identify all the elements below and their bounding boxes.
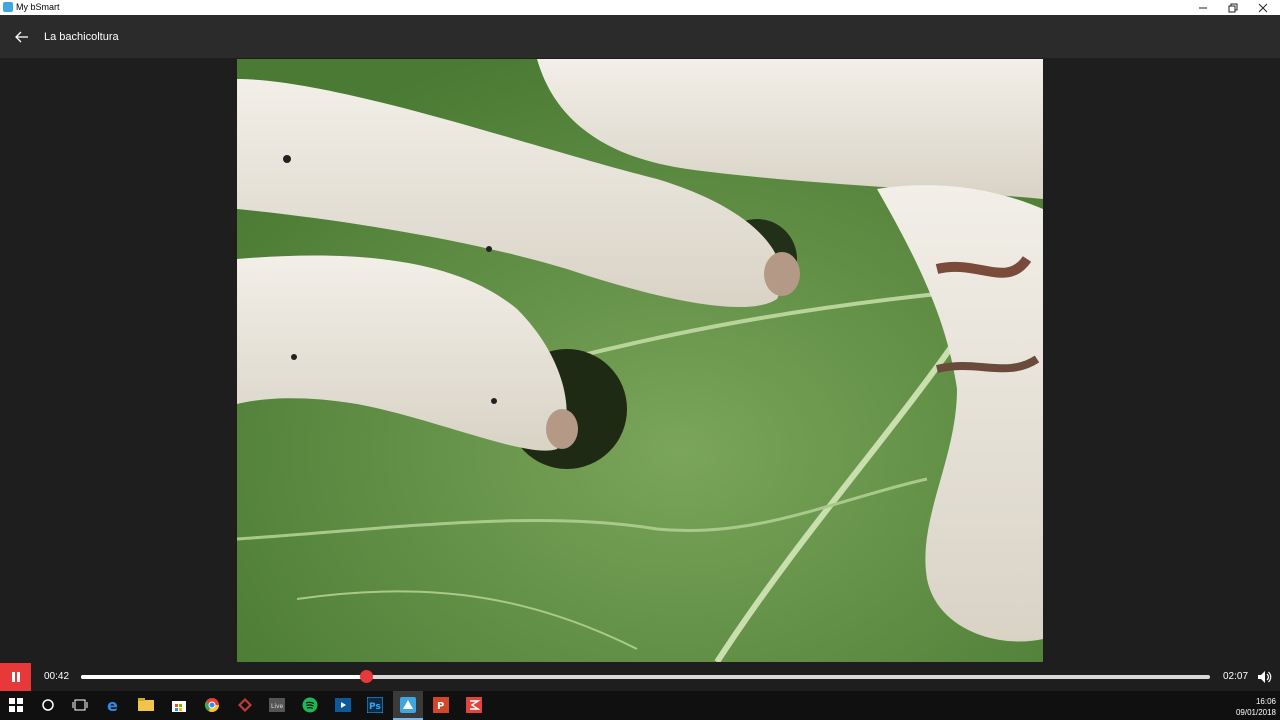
pause-icon [11,672,20,682]
pause-button[interactable] [0,663,31,691]
svg-text:e: e [107,697,118,713]
app-red-icon[interactable] [464,695,484,715]
spotify-icon[interactable] [300,695,320,715]
clock-time: 16:06 [1255,697,1276,706]
volume-button[interactable] [1256,669,1272,685]
close-button[interactable] [1248,0,1278,15]
clock-date: 09/01/2018 [1235,708,1276,717]
windows-start-icon[interactable] [6,695,26,715]
back-button[interactable] [12,27,32,47]
bsmart-app-icon [3,2,13,12]
minimize-icon [1199,7,1207,8]
close-icon [1258,3,1268,12]
photoshop-icon[interactable]: Ps [365,695,385,715]
title-bar: My bSmart [0,0,1280,15]
video-frame[interactable] [237,59,1043,662]
app-window: My bSmart La bachicoltura 00:42 02:07 e … [0,0,1280,720]
player-controls: 00:42 02:07 [0,663,1280,691]
seek-thumb[interactable] [360,670,373,683]
windows-taskbar: e Live Ps P 16:06 09/01/2018 [0,691,1280,720]
window-title: My bSmart [16,2,60,12]
edge-icon[interactable]: e [104,695,124,715]
volume-icon [1258,671,1272,683]
seek-bar[interactable] [81,670,1210,683]
page-title: La bachicoltura [44,31,119,43]
taskbar-clock[interactable]: 16:06 09/01/2018 [1236,696,1276,718]
video-frame-image [237,59,1043,662]
live-label: Live [271,703,284,710]
restore-icon [1228,3,1238,12]
svg-text:P: P [437,701,444,712]
chrome-icon[interactable] [202,695,222,715]
minimize-button[interactable] [1188,0,1218,15]
powerpoint-icon[interactable]: P [431,695,451,715]
app-header: La bachicoltura [0,15,1280,58]
bsmart-icon[interactable] [398,695,418,715]
restore-button[interactable] [1218,0,1248,15]
video-area [0,58,1280,663]
task-view-icon[interactable] [70,695,90,715]
ps-label: Ps [369,702,381,712]
media-icon[interactable] [333,695,353,715]
live-icon[interactable]: Live [267,695,287,715]
file-explorer-icon[interactable] [136,695,156,715]
store-icon[interactable] [169,695,189,715]
arrow-left-icon [15,31,28,43]
cortana-search-icon[interactable] [38,695,58,715]
duration-time: 02:07 [1223,671,1249,682]
app-icon[interactable] [235,695,255,715]
current-time: 00:42 [44,671,70,682]
seek-bar-progress [81,675,366,679]
